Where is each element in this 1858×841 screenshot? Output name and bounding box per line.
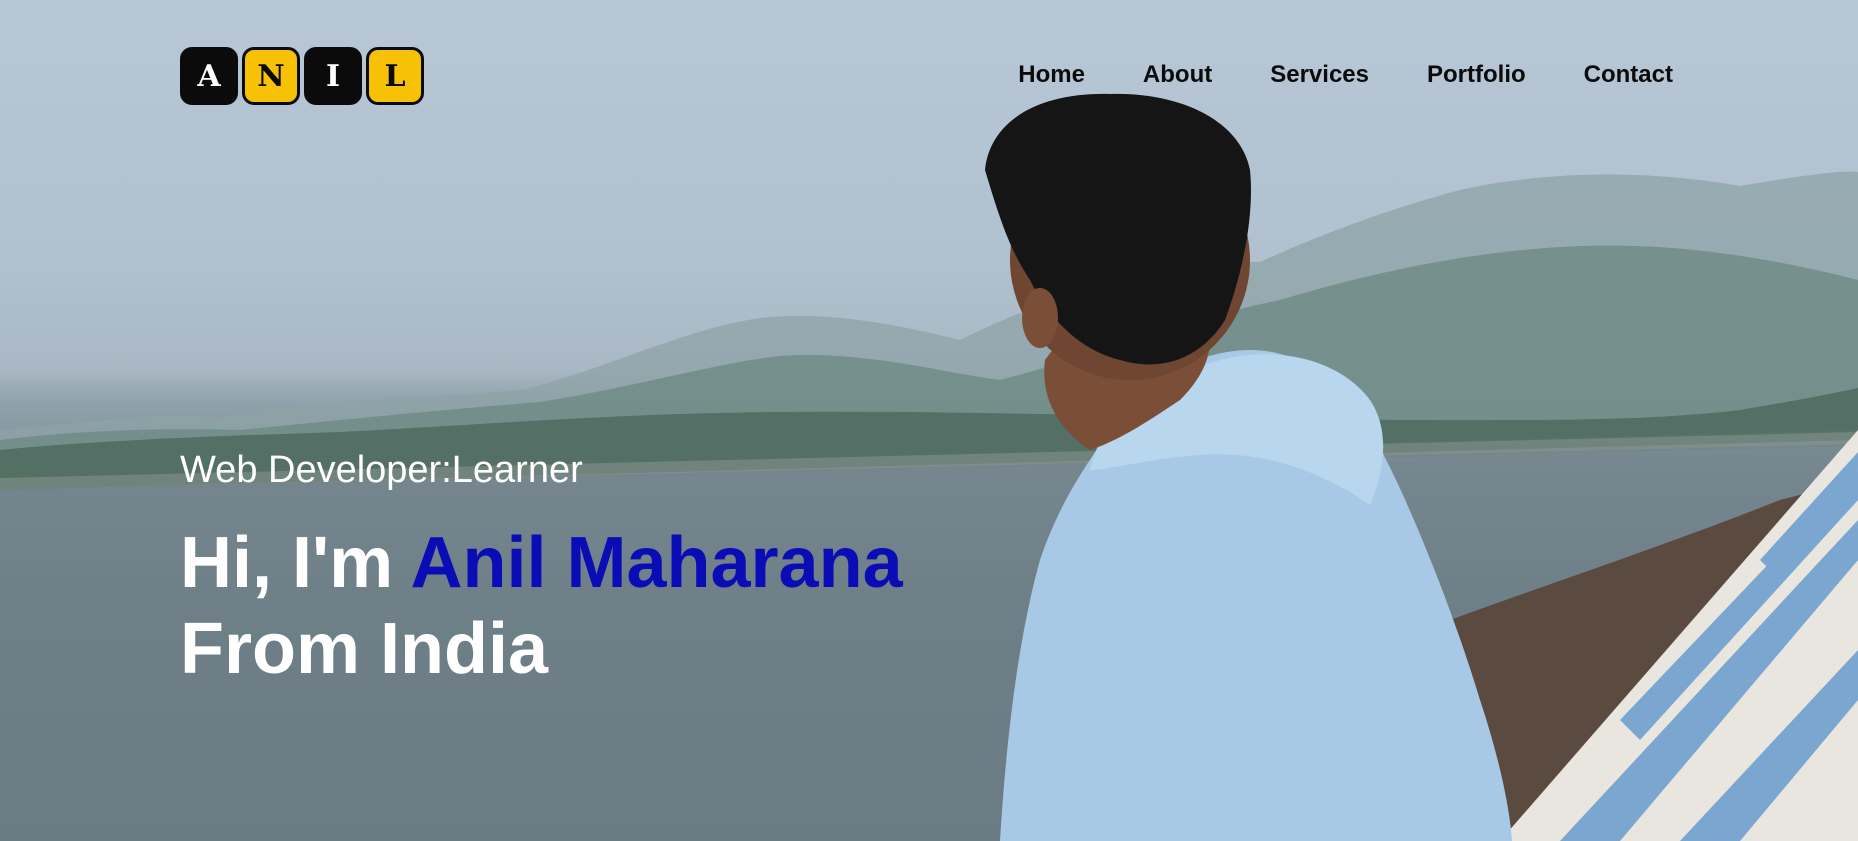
nav-portfolio-link[interactable]: Portfolio — [1427, 60, 1526, 90]
hero-section: A N I L Home About Services Portfolio Co… — [0, 0, 1858, 841]
hero-background-image — [0, 93, 1858, 841]
logo-letter-i: I — [304, 47, 362, 105]
logo-letter-a: A — [180, 47, 238, 105]
hero-name: Anil Maharana — [410, 523, 903, 603]
logo-letter-l: L — [366, 47, 424, 105]
nav-services-link[interactable]: Services — [1270, 60, 1369, 90]
main-nav: Home About Services Portfolio Contact — [1018, 60, 1673, 90]
hero-greeting: Hi, I'm — [180, 523, 394, 603]
nav-contact-link[interactable]: Contact — [1584, 60, 1673, 90]
hero-headline: Hi, I'm Anil Maharana From India — [180, 520, 903, 692]
logo-letter-n: N — [242, 47, 300, 105]
nav-home-link[interactable]: Home — [1018, 60, 1085, 90]
nav-about-link[interactable]: About — [1143, 60, 1212, 90]
logo[interactable]: A N I L — [180, 47, 424, 105]
hero-subtitle: Web Developer:Learner — [180, 449, 583, 491]
hero-location-line: From India — [180, 609, 549, 689]
